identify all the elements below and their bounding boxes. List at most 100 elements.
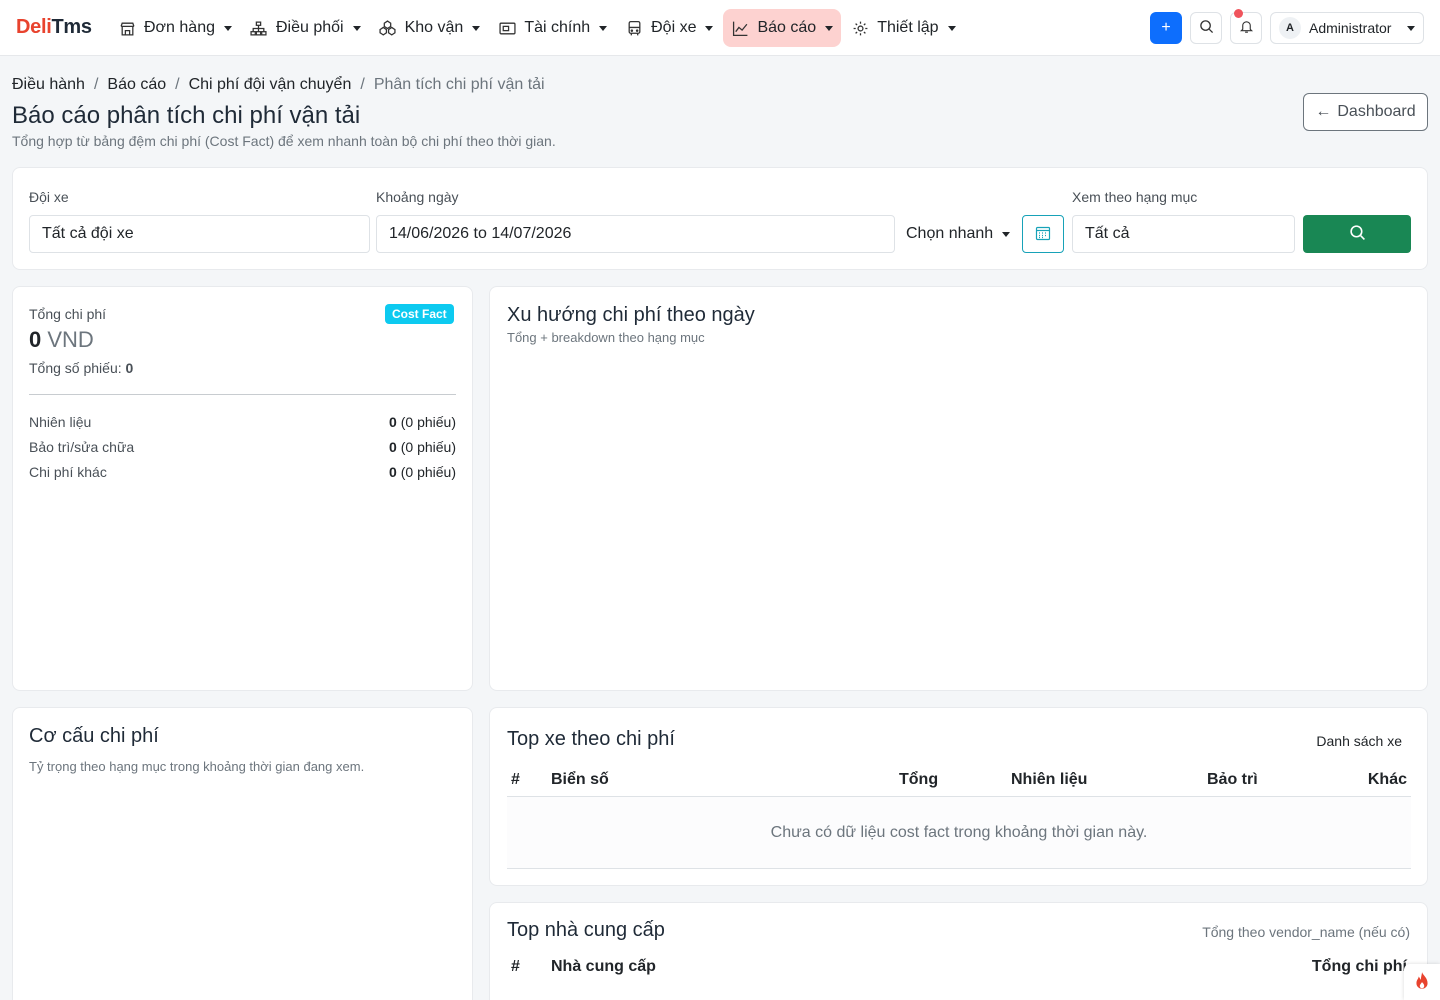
debug-toolbar-button[interactable]: [1404, 964, 1440, 1000]
calendar-icon: [1035, 225, 1051, 244]
category-select[interactable]: Tất cả: [1072, 215, 1295, 253]
nav-label: Kho vận: [404, 19, 464, 36]
nav-label: Tài chính: [524, 19, 591, 36]
dashboard-button[interactable]: ← Dashboard: [1303, 93, 1428, 131]
col-other: Khác: [1367, 771, 1407, 788]
structure-title: Cơ cấu chi phí: [29, 725, 159, 747]
quick-add-button[interactable]: +: [1150, 12, 1182, 44]
calendar-button[interactable]: [1022, 215, 1064, 253]
search-icon: [1199, 19, 1214, 37]
nav-item-settings[interactable]: Thiết lập: [843, 9, 963, 47]
nav-item-dispatch[interactable]: Điều phối: [242, 9, 369, 47]
nav-item-warehouse[interactable]: Kho vận: [371, 9, 489, 47]
caret-down-icon: [825, 25, 834, 31]
structure-subtitle: Tỷ trọng theo hạng mục trong khoảng thời…: [29, 759, 365, 774]
caret-down-icon: [947, 25, 956, 31]
top-vendors-card: Top nhà cung cấp Tổng theo vendor_name (…: [489, 902, 1428, 1000]
divider: [29, 394, 456, 395]
apply-filter-button[interactable]: [1303, 215, 1411, 253]
nav-item-finance[interactable]: Tài chính: [490, 9, 615, 47]
nav-item-reports[interactable]: Báo cáo: [723, 9, 842, 47]
caret-down-icon: [472, 25, 481, 31]
category-label: Xem theo hạng mục: [1072, 189, 1198, 205]
breadcrumb-item[interactable]: Điều hành: [12, 76, 85, 94]
empty-state: Chưa có dữ liệu cost fact trong khoảng t…: [770, 824, 1148, 841]
trend-title: Xu hướng chi phí theo ngày: [507, 304, 755, 326]
caret-down-icon: [599, 25, 608, 31]
col-vendor: Nhà cung cấp: [551, 958, 656, 975]
nav-item-orders[interactable]: Đơn hàng: [110, 9, 240, 47]
vehicle-list-link[interactable]: Danh sách xe: [1316, 733, 1402, 749]
caret-down-icon: [1407, 25, 1415, 31]
caret-down-icon: [223, 25, 232, 31]
currency: VND: [47, 327, 94, 352]
arrow-left-icon: ←: [1315, 103, 1332, 120]
col-fuel: Nhiên liệu: [1011, 771, 1088, 788]
breadcrumb-item[interactable]: Chi phí đội vận chuyển: [189, 76, 352, 94]
nav-item-fleet[interactable]: Đội xe: [617, 9, 721, 47]
breadcrumb-separator: /: [360, 76, 365, 93]
cost-fact-badge: Cost Fact: [385, 304, 454, 324]
date-range-input[interactable]: 14/06/2026 to 14/07/2026: [376, 215, 895, 253]
breakdown-row-maintenance: Bảo trì/sửa chữa 0 (0 phiếu): [29, 439, 456, 455]
trend-subtitle: Tổng + breakdown theo hạng mục: [507, 330, 705, 345]
plus-icon: +: [1161, 19, 1171, 36]
quick-range-label: Chọn nhanh: [906, 225, 994, 242]
breakdown-amount: 0: [389, 414, 397, 430]
breakdown-value: 0 (0 phiếu): [389, 414, 456, 430]
breakdown-amount: 0: [389, 464, 397, 480]
flame-icon: [1413, 971, 1431, 994]
caret-down-icon: [352, 25, 361, 31]
breakdown-value: 0 (0 phiếu): [389, 464, 456, 480]
page-subtitle: Tổng hợp từ bảng đệm chi phí (Cost Fact)…: [12, 133, 556, 149]
breakdown-value: 0 (0 phiếu): [389, 439, 456, 455]
fleet-select[interactable]: Tất cả đội xe: [29, 215, 370, 253]
navbar-actions: + A Administrator: [1150, 9, 1424, 44]
breakdown-amount: 0: [389, 439, 397, 455]
main-nav: Đơn hàng Điều phối Kho vận Tài chính Đội…: [110, 9, 966, 47]
nav-label: Báo cáo: [757, 19, 817, 36]
breakdown-label: Bảo trì/sửa chữa: [29, 439, 135, 455]
breadcrumb-current: Phân tích chi phí vận tải: [373, 76, 545, 93]
trend-chart-area: [507, 357, 1410, 673]
breakdown-count: (0 phiếu): [400, 464, 456, 480]
gear-icon: [851, 19, 869, 37]
chart-line-icon: [731, 19, 749, 37]
col-index: #: [511, 958, 520, 975]
notification-dot: [1234, 9, 1243, 18]
network-icon: [250, 19, 268, 37]
breakdown-row-other: Chi phí khác 0 (0 phiếu): [29, 464, 456, 480]
search-button[interactable]: [1190, 12, 1222, 44]
dashboard-label: Dashboard: [1337, 103, 1416, 120]
caret-down-icon: [1002, 231, 1011, 237]
breakdown-count: (0 phiếu): [400, 414, 456, 430]
col-maintenance: Bảo trì: [1207, 771, 1258, 788]
quick-range-dropdown[interactable]: Chọn nhanh: [906, 225, 1011, 243]
col-vendor-total: Tổng chi phí: [1311, 958, 1407, 975]
brand-logo[interactable]: DeliTms: [16, 16, 92, 39]
table-bottom-divider: [507, 868, 1411, 869]
voucher-count: Tổng số phiếu: 0: [29, 360, 133, 376]
top-vehicles-card: Top xe theo chi phí Danh sách xe # Biển …: [489, 707, 1428, 886]
nav-label: Đội xe: [651, 19, 697, 36]
avatar: A: [1279, 17, 1301, 39]
breadcrumb-item[interactable]: Báo cáo: [107, 76, 166, 94]
total-cost-value: 0 VND: [29, 327, 94, 353]
col-index: #: [511, 771, 520, 788]
total-cost-label: Tổng chi phí: [29, 306, 107, 322]
voucher-count-label: Tổng số phiếu:: [29, 360, 122, 376]
bus-icon: [625, 19, 643, 37]
summary-card: Tổng chi phí Cost Fact 0 VND Tổng số phi…: [12, 286, 473, 691]
store-icon: [118, 19, 136, 37]
breadcrumb-separator: /: [175, 76, 180, 93]
cost-structure-card: Cơ cấu chi phí Tỷ trọng theo hạng mục tr…: [12, 707, 473, 1000]
nav-label: Thiết lập: [877, 19, 939, 36]
notifications-button[interactable]: [1230, 9, 1262, 44]
trend-chart-card: Xu hướng chi phí theo ngày Tổng + breakd…: [489, 286, 1428, 691]
user-menu-button[interactable]: A Administrator: [1270, 12, 1424, 44]
date-range-label: Khoảng ngày: [376, 189, 459, 205]
user-name: Administrator: [1309, 20, 1392, 36]
top-vendors-note: Tổng theo vendor_name (nếu có): [1202, 924, 1410, 940]
fleet-label: Đội xe: [29, 189, 69, 205]
boxes-icon: [379, 19, 397, 37]
